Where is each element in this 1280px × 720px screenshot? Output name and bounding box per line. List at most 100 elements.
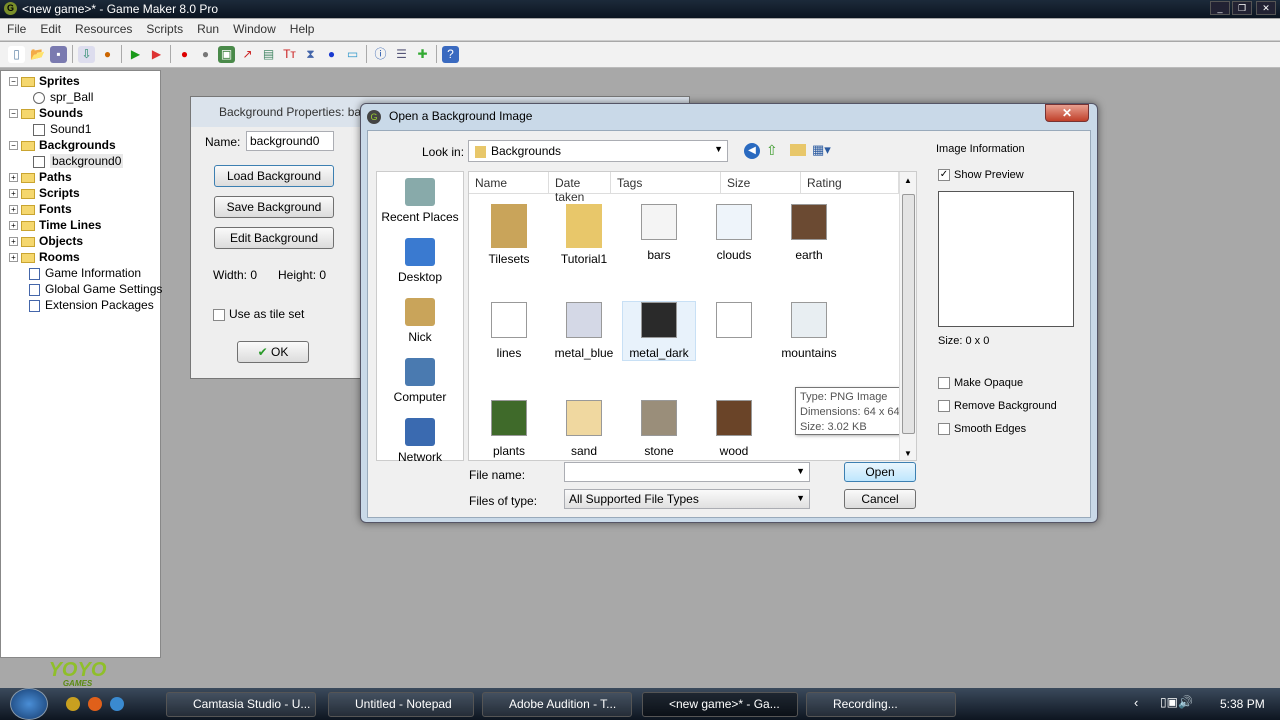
expand-icon[interactable]: +: [9, 205, 18, 215]
extension-packages-icon[interactable]: ✚: [414, 46, 431, 63]
file-item[interactable]: [698, 302, 770, 346]
file-item[interactable]: lines: [473, 302, 545, 360]
global-settings-icon[interactable]: ☰: [393, 46, 410, 63]
edit-background-button[interactable]: Edit Background: [214, 227, 334, 249]
ok-button[interactable]: ✔ OK: [237, 341, 309, 363]
save-background-button[interactable]: Save Background: [214, 196, 334, 218]
add-room-icon[interactable]: ▭: [344, 46, 361, 63]
file-item[interactable]: stone: [623, 400, 695, 458]
ie-icon[interactable]: [110, 697, 124, 711]
taskbar-item[interactable]: Adobe Audition - T...: [482, 692, 632, 717]
clock[interactable]: 5:38 PM: [1220, 697, 1265, 711]
expand-icon[interactable]: +: [9, 253, 18, 263]
file-item[interactable]: Tilesets: [473, 204, 545, 266]
tree-item-time-lines[interactable]: + Time Lines: [1, 217, 160, 233]
expand-icon[interactable]: −: [9, 77, 18, 87]
add-background-icon[interactable]: ▣: [218, 45, 235, 63]
menu-run[interactable]: Run: [190, 19, 226, 39]
open-button[interactable]: Open: [844, 462, 916, 482]
make-opaque-checkbox[interactable]: Make Opaque: [938, 377, 1023, 390]
add-sound-icon[interactable]: ●: [197, 46, 214, 63]
tree-item-global-game-settings[interactable]: Global Game Settings: [1, 281, 162, 297]
minimize-button[interactable]: _: [1210, 1, 1230, 15]
file-name-input[interactable]: ▼: [564, 462, 810, 482]
tree-item-sounds[interactable]: − Sounds: [1, 105, 160, 121]
tree-item-extension-packages[interactable]: Extension Packages: [1, 297, 160, 313]
tileset-checkbox[interactable]: Use as tile set: [213, 307, 304, 321]
file-list-scrollbar[interactable]: ▲ ▼: [899, 172, 916, 460]
menu-resources[interactable]: Resources: [68, 19, 139, 39]
tree-item-game-information[interactable]: Game Information: [1, 265, 160, 281]
place-computer[interactable]: Computer: [377, 352, 463, 412]
start-button[interactable]: [10, 688, 48, 720]
tree-item-fonts[interactable]: + Fonts: [1, 201, 160, 217]
file-item[interactable]: clouds: [698, 204, 770, 262]
file-item[interactable]: sand: [548, 400, 620, 458]
tray-icons[interactable]: ▯▣🔊: [1160, 695, 1193, 709]
back-icon[interactable]: ◀: [744, 143, 760, 159]
file-item[interactable]: mountains: [773, 302, 845, 360]
up-folder-icon[interactable]: ⇧: [766, 142, 778, 159]
show-hidden-icons[interactable]: ‹: [1134, 695, 1138, 710]
file-item[interactable]: metal_blue: [548, 302, 620, 360]
add-script-icon[interactable]: ▤: [260, 46, 277, 63]
save-icon[interactable]: ▪: [50, 45, 67, 63]
open-file-icon[interactable]: 📂: [29, 46, 46, 63]
menu-help[interactable]: Help: [283, 19, 322, 39]
file-list[interactable]: Name Date taken Tags Size Rating Tilesets Tut…: [468, 171, 917, 461]
tree-item-sound1[interactable]: Sound1: [1, 121, 160, 137]
maximize-button[interactable]: ❐: [1232, 1, 1252, 15]
game-information-icon[interactable]: ⓘ: [372, 46, 389, 63]
tree-item-backgrounds[interactable]: − Backgrounds: [1, 137, 160, 153]
smooth-edges-checkbox[interactable]: Smooth Edges: [938, 423, 1026, 436]
expand-icon[interactable]: +: [9, 189, 18, 199]
file-type-dropdown[interactable]: All Supported File Types ▼: [564, 489, 810, 509]
dialog-close-button[interactable]: ✕: [1045, 104, 1089, 122]
place-desktop[interactable]: Desktop: [377, 232, 463, 292]
file-item[interactable]: Tutorial1: [548, 204, 620, 266]
column-size[interactable]: Size: [721, 172, 801, 193]
publish-icon[interactable]: ●: [99, 46, 116, 63]
taskbar-item[interactable]: <new game>* - Ga...: [642, 692, 798, 717]
taskbar-item[interactable]: Recording...: [806, 692, 956, 717]
help-icon[interactable]: ?: [442, 45, 459, 63]
column-date-taken[interactable]: Date taken: [549, 172, 611, 204]
file-item[interactable]: earth: [773, 204, 845, 262]
file-item[interactable]: wood: [698, 400, 770, 458]
add-path-icon[interactable]: ↗: [239, 46, 256, 63]
run-debug-icon[interactable]: ▶: [148, 46, 165, 63]
add-font-icon[interactable]: Tт: [281, 46, 298, 63]
menu-window[interactable]: Window: [226, 19, 283, 39]
firefox-icon[interactable]: [88, 697, 102, 711]
tree-item-rooms[interactable]: + Rooms: [1, 249, 160, 265]
new-folder-icon[interactable]: [790, 144, 806, 156]
menu-file[interactable]: File: [0, 19, 33, 39]
add-sprite-icon[interactable]: ●: [176, 46, 193, 63]
place-recent-places[interactable]: Recent Places: [377, 172, 463, 232]
column-name[interactable]: Name: [469, 172, 549, 193]
taskbar-item[interactable]: Camtasia Studio - U...: [166, 692, 316, 717]
place-network[interactable]: Network: [377, 412, 463, 472]
column-tags[interactable]: Tags: [611, 172, 721, 193]
view-menu-icon[interactable]: ▦▾: [812, 142, 831, 158]
tree-item-paths[interactable]: + Paths: [1, 169, 160, 185]
new-file-icon[interactable]: ▯: [8, 45, 25, 63]
expand-icon[interactable]: −: [9, 141, 18, 151]
tree-item-objects[interactable]: + Objects: [1, 233, 160, 249]
tree-item-background0[interactable]: background0: [1, 153, 160, 169]
file-item[interactable]: plants: [473, 400, 545, 458]
column-rating[interactable]: Rating: [801, 172, 899, 193]
run-icon[interactable]: ▶: [127, 46, 144, 63]
add-object-icon[interactable]: ●: [323, 46, 340, 63]
load-background-button[interactable]: Load Background: [214, 165, 334, 187]
expand-icon[interactable]: +: [9, 221, 18, 231]
file-item[interactable]: bars: [623, 204, 695, 262]
look-in-dropdown[interactable]: Backgrounds ▼: [468, 140, 728, 162]
place-nick[interactable]: Nick: [377, 292, 463, 352]
tree-item-spr_ball[interactable]: spr_Ball: [1, 89, 160, 105]
expand-icon[interactable]: +: [9, 237, 18, 247]
file-item[interactable]: metal_dark: [622, 301, 696, 361]
close-button[interactable]: ✕: [1256, 1, 1276, 15]
resource-tree[interactable]: − Sprites spr_Ball − Sounds Sound1 − Background…: [0, 70, 162, 658]
menu-scripts[interactable]: Scripts: [139, 19, 190, 39]
